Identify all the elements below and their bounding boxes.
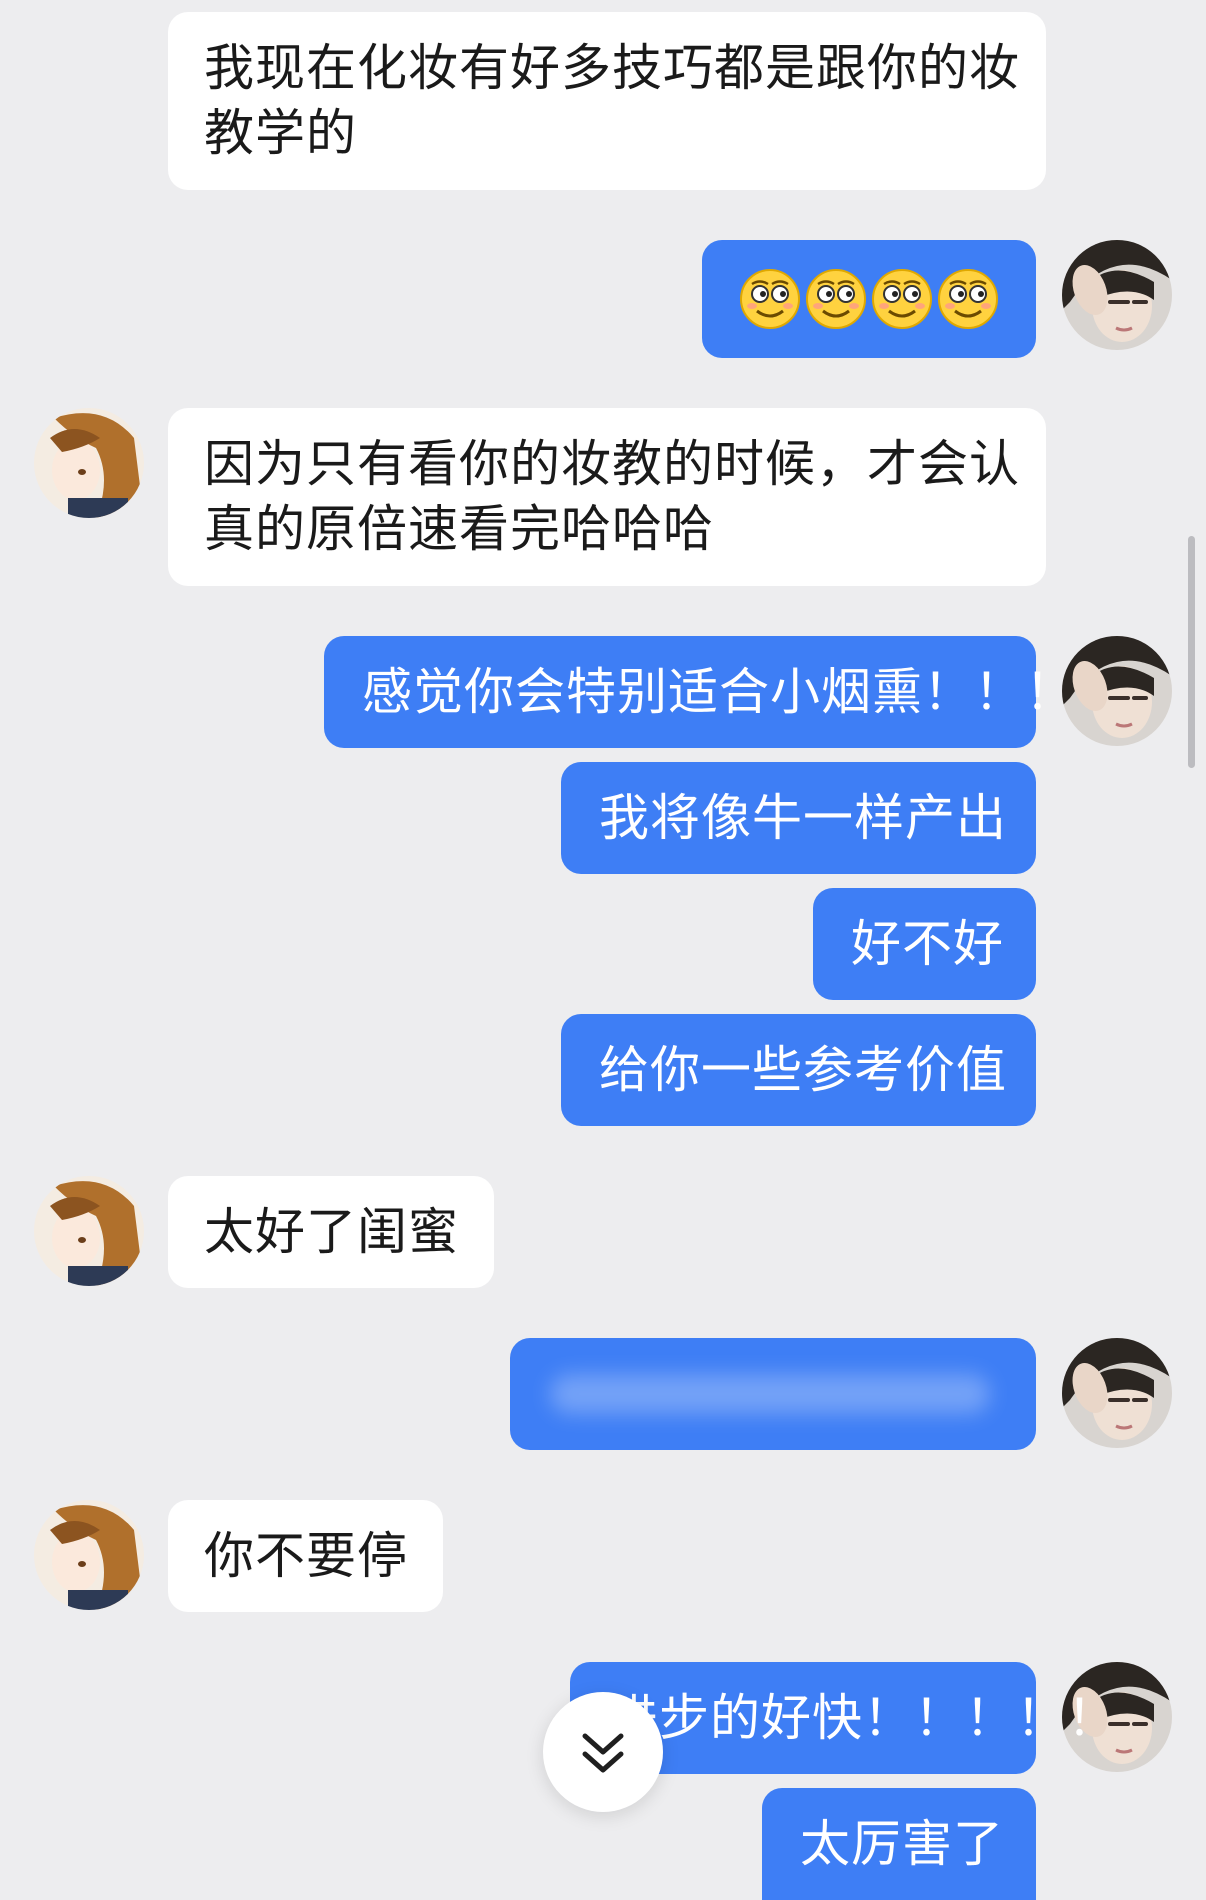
message-text: 太好了闺蜜 bbox=[204, 1203, 459, 1261]
message-bubble-incoming[interactable]: 因为只有看你的妆教的时候，才会认 真的原倍速看完哈哈哈 bbox=[168, 408, 1046, 586]
message-bubble-outgoing[interactable]: 好不好 bbox=[813, 888, 1036, 1000]
message-text: 太厉害了 bbox=[800, 1815, 1004, 1873]
message-bubble-outgoing[interactable]: 太厉害了 bbox=[762, 1788, 1036, 1900]
message-text: 进步的好快！！！！！ bbox=[608, 1689, 1118, 1747]
smirk-emoji bbox=[740, 269, 800, 329]
chat-message-list[interactable]: 我现在化妆有好多技巧都是跟你的妆 教学的 因为只有看你的妆教的时候，才会认 真的… bbox=[0, 0, 1206, 1900]
message-bubble-incoming[interactable]: 我现在化妆有好多技巧都是跟你的妆 教学的 bbox=[168, 12, 1046, 190]
message-text-line: 教学的 bbox=[204, 104, 357, 162]
message-text: 我将像牛一样产出 bbox=[599, 789, 1007, 847]
contact-avatar[interactable] bbox=[34, 408, 144, 518]
smirk-emoji bbox=[872, 269, 932, 329]
smirk-emoji bbox=[938, 269, 998, 329]
message-text-line: 真的原倍速看完哈哈哈 bbox=[204, 500, 714, 558]
message-bubble-incoming[interactable]: 太好了闺蜜 bbox=[168, 1176, 494, 1288]
message-text-line: 因为只有看你的妆教的时候，才会认 bbox=[204, 435, 1020, 493]
message-text: 好不好 bbox=[851, 915, 1004, 973]
chat-scrollbar[interactable] bbox=[1188, 536, 1195, 768]
self-avatar[interactable] bbox=[1062, 240, 1172, 350]
contact-avatar[interactable] bbox=[34, 1176, 144, 1286]
blurred-message-content bbox=[550, 1374, 990, 1414]
self-avatar[interactable] bbox=[1062, 636, 1172, 746]
message-bubble-outgoing[interactable] bbox=[702, 240, 1036, 358]
double-chevron-down-icon bbox=[582, 1733, 624, 1773]
message-text: 你不要停 bbox=[204, 1527, 408, 1585]
message-text-line: 我现在化妆有好多技巧都是跟你的妆 bbox=[204, 39, 1020, 97]
message-text: 感觉你会特别适合小烟熏！！！ bbox=[362, 663, 1076, 721]
scroll-to-bottom-button[interactable] bbox=[543, 1692, 663, 1812]
smirk-emoji bbox=[806, 269, 866, 329]
message-bubble-incoming[interactable]: 你不要停 bbox=[168, 1500, 443, 1612]
message-bubble-outgoing[interactable]: 给你一些参考价值 bbox=[561, 1014, 1036, 1126]
self-avatar[interactable] bbox=[1062, 1338, 1172, 1448]
message-bubble-outgoing[interactable]: 我将像牛一样产出 bbox=[561, 762, 1036, 874]
message-bubble-outgoing[interactable]: 感觉你会特别适合小烟熏！！！ bbox=[324, 636, 1076, 748]
message-bubble-outgoing-blurred[interactable] bbox=[510, 1338, 1036, 1450]
contact-avatar[interactable] bbox=[34, 1500, 144, 1610]
message-text: 给你一些参考价值 bbox=[599, 1041, 1007, 1099]
